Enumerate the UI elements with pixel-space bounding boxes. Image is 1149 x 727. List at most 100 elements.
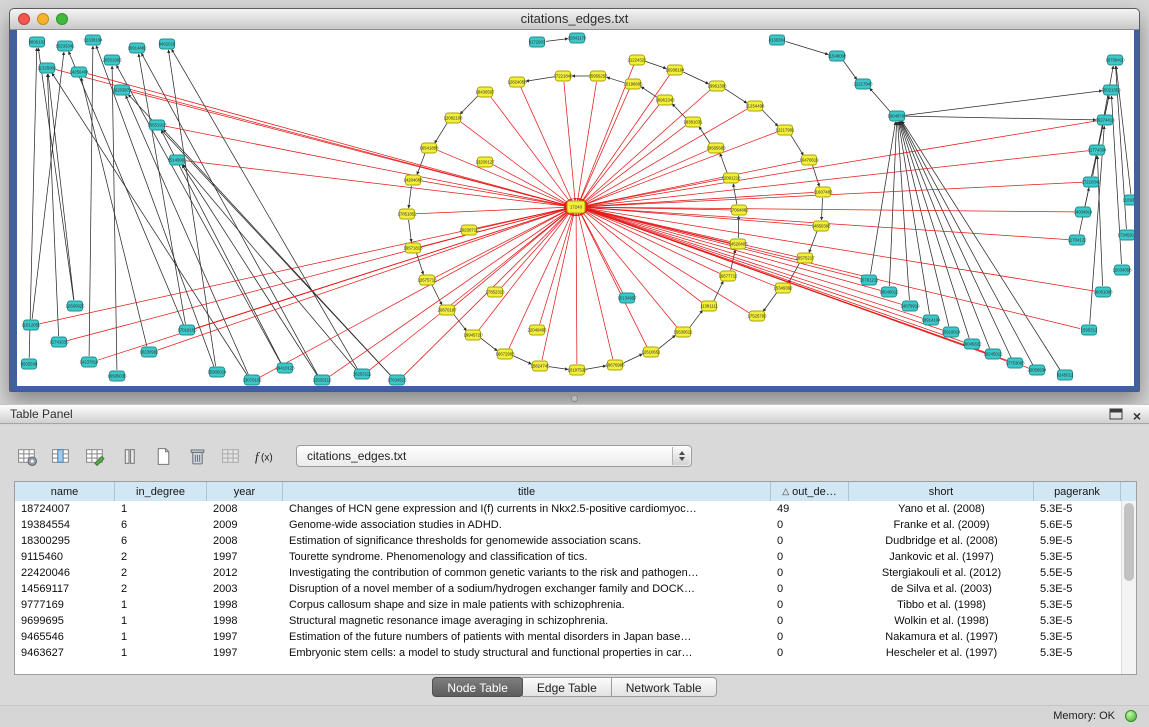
graph-node[interactable]: 10196605 <box>623 79 643 89</box>
table-row[interactable]: 977716911998Corpus callosum shape and si… <box>15 597 1121 613</box>
graph-node[interactable]: 17852313 <box>485 287 505 297</box>
graph-node[interactable]: 21224321 <box>627 55 647 65</box>
table-row[interactable]: 911546021997Tourette syndrome. Phenomeno… <box>15 549 1121 565</box>
graph-node[interactable]: 18575217 <box>795 253 815 263</box>
graph-node[interactable]: 18546012 <box>879 287 899 297</box>
column-header-in_degree[interactable]: in_degree <box>115 482 207 501</box>
graph-node[interactable]: 8130304 <box>769 35 786 45</box>
graph-node[interactable]: 14256404 <box>69 67 89 77</box>
graph-node[interactable]: 10341178 <box>568 33 587 43</box>
graph-node[interactable]: 16274413 <box>1095 115 1115 125</box>
graph-node[interactable]: 15905014 <box>207 367 227 377</box>
graph-node[interactable]: 14850393 <box>811 221 831 231</box>
graph-node[interactable]: 12774304 <box>1087 145 1107 155</box>
graph-node[interactable]: 15349392 <box>773 283 793 293</box>
graph-node[interactable]: 19945720 <box>463 330 483 340</box>
graph-node[interactable]: 16791211 <box>860 275 879 285</box>
table-row[interactable]: 1830029562008Estimation of significance … <box>15 533 1121 549</box>
graph-node[interactable]: 10230991 <box>139 347 159 357</box>
graph-node[interactable]: 19914104 <box>921 315 941 325</box>
column-header-short[interactable]: short <box>849 482 1034 501</box>
table-settings-icon[interactable] <box>14 443 41 470</box>
minimize-window-button[interactable] <box>37 13 49 25</box>
graph-node[interactable]: 16051093 <box>1093 287 1113 297</box>
function-icon[interactable]: f(x) <box>252 443 279 470</box>
graph-node[interactable]: 20870187 <box>437 305 457 315</box>
graph-node[interactable]: 14237814 <box>79 357 99 367</box>
graph-node[interactable]: 11607483 <box>814 187 833 197</box>
graph-node[interactable]: 11381111 <box>700 301 718 311</box>
graph-node[interactable]: 17345913 <box>1117 230 1134 240</box>
graph-node[interactable]: 15919014 <box>941 327 961 337</box>
graph-node[interactable]: 9806102 <box>29 37 46 47</box>
show-columns-icon[interactable] <box>48 443 75 470</box>
graph-node[interactable]: 1595312 <box>1081 325 1098 335</box>
graph-node[interactable]: 17019105 <box>177 325 197 335</box>
graph-node[interactable]: 14679919 <box>900 301 920 311</box>
graph-node[interactable]: 17240 <box>567 201 585 213</box>
graph-node[interactable]: 12217943 <box>853 79 873 89</box>
graph-node[interactable]: 16253111 <box>353 369 372 379</box>
graph-node[interactable]: 19565683 <box>706 143 726 153</box>
graph-node[interactable]: 15824745 <box>530 361 550 371</box>
graph-node[interactable]: 11093524 <box>1123 195 1134 205</box>
graph-node[interactable]: 17525793 <box>747 311 767 321</box>
graph-node[interactable]: 10914402 <box>127 43 147 53</box>
graph-node[interactable]: 19571813 <box>403 243 423 253</box>
close-window-button[interactable] <box>18 13 30 25</box>
divider-handle-icon[interactable] <box>571 395 578 402</box>
graph-node[interactable]: 18436567 <box>475 87 495 97</box>
table-row[interactable]: 1456911722003Disruption of a novel membe… <box>15 581 1121 597</box>
column-header-out_de[interactable]: △out_de… <box>771 482 849 501</box>
float-panel-icon[interactable] <box>1109 407 1123 425</box>
graph-node[interactable]: 16677712 <box>718 271 738 281</box>
import-table-icon[interactable] <box>218 443 245 470</box>
graph-node[interactable]: 20551903 <box>102 55 122 65</box>
graph-node[interactable]: 12824058 <box>507 77 527 87</box>
table-source-select[interactable]: citations_edges.txt <box>296 445 692 467</box>
graph-node[interactable]: 13070102 <box>242 375 262 385</box>
graph-node[interactable]: 15134957 <box>617 293 637 303</box>
graph-node[interactable]: 19410123 <box>275 363 295 373</box>
table-row[interactable]: 1872400712008Changes of HCN gene express… <box>15 501 1121 517</box>
graph-node[interactable]: 17221848 <box>553 71 573 81</box>
graph-node[interactable]: 9505508 <box>21 359 38 369</box>
graph-node[interactable]: 17064882 <box>729 205 749 215</box>
graph-node[interactable]: 20058934 <box>1027 365 1047 375</box>
network-canvas[interactable]: 17240 18436567 12082108 16541808 1420406… <box>17 30 1134 386</box>
table-row[interactable]: 946362711997Embryonic stem cells: a mode… <box>15 645 1121 661</box>
graph-node[interactable]: 14034914 <box>1073 207 1093 217</box>
graph-node[interactable]: 16938104 <box>665 65 685 75</box>
window-titlebar[interactable]: citations_edges.txt <box>10 9 1139 30</box>
graph-node[interactable]: 10197538 <box>567 365 587 375</box>
graph-node[interactable]: 12610651 <box>641 347 661 357</box>
graph-node[interactable]: 15149903 <box>167 155 187 165</box>
tab-network-table[interactable]: Network Table <box>611 677 717 697</box>
graph-node[interactable]: 11254498 <box>746 101 765 111</box>
graph-node[interactable]: 16961343 <box>655 95 675 105</box>
graph-node[interactable]: 19961306 <box>707 81 727 91</box>
graph-node[interactable]: 17634513 <box>387 375 407 385</box>
close-panel-icon[interactable]: × <box>1133 409 1141 423</box>
graph-node[interactable]: 10233341 <box>55 41 75 51</box>
graph-node[interactable]: 16672903 <box>495 349 515 359</box>
table-row[interactable]: 2242004622012Investigating the contribut… <box>15 565 1121 581</box>
graph-node[interactable]: 19245012 <box>983 349 1003 359</box>
graph-node[interactable]: 12217901 <box>775 125 795 135</box>
graph-node[interactable]: 16505036 <box>107 371 127 381</box>
graph-node[interactable]: 15630612 <box>673 327 693 337</box>
column-header-year[interactable]: year <box>207 482 283 501</box>
edit-table-icon[interactable] <box>82 443 109 470</box>
delete-icon[interactable] <box>184 443 211 470</box>
graph-node[interactable]: 11012055 <box>22 320 41 330</box>
graph-node[interactable]: 12741033 <box>49 337 69 347</box>
graph-node[interactable]: 12704122 <box>1067 235 1087 245</box>
table-row[interactable]: 969969511998Structural magnetic resonanc… <box>15 613 1121 629</box>
graph-node[interactable]: 12338104 <box>83 35 103 45</box>
graph-node[interactable]: 9462018 <box>159 39 176 49</box>
graph-node[interactable]: 20551913 <box>147 120 167 130</box>
graph-node[interactable]: 18676988 <box>605 360 625 370</box>
table-row[interactable]: 1938455462009Genome-wide association stu… <box>15 517 1121 533</box>
graph-node[interactable]: 12530112 <box>313 375 332 385</box>
graph-node[interactable]: 16541808 <box>419 143 439 153</box>
